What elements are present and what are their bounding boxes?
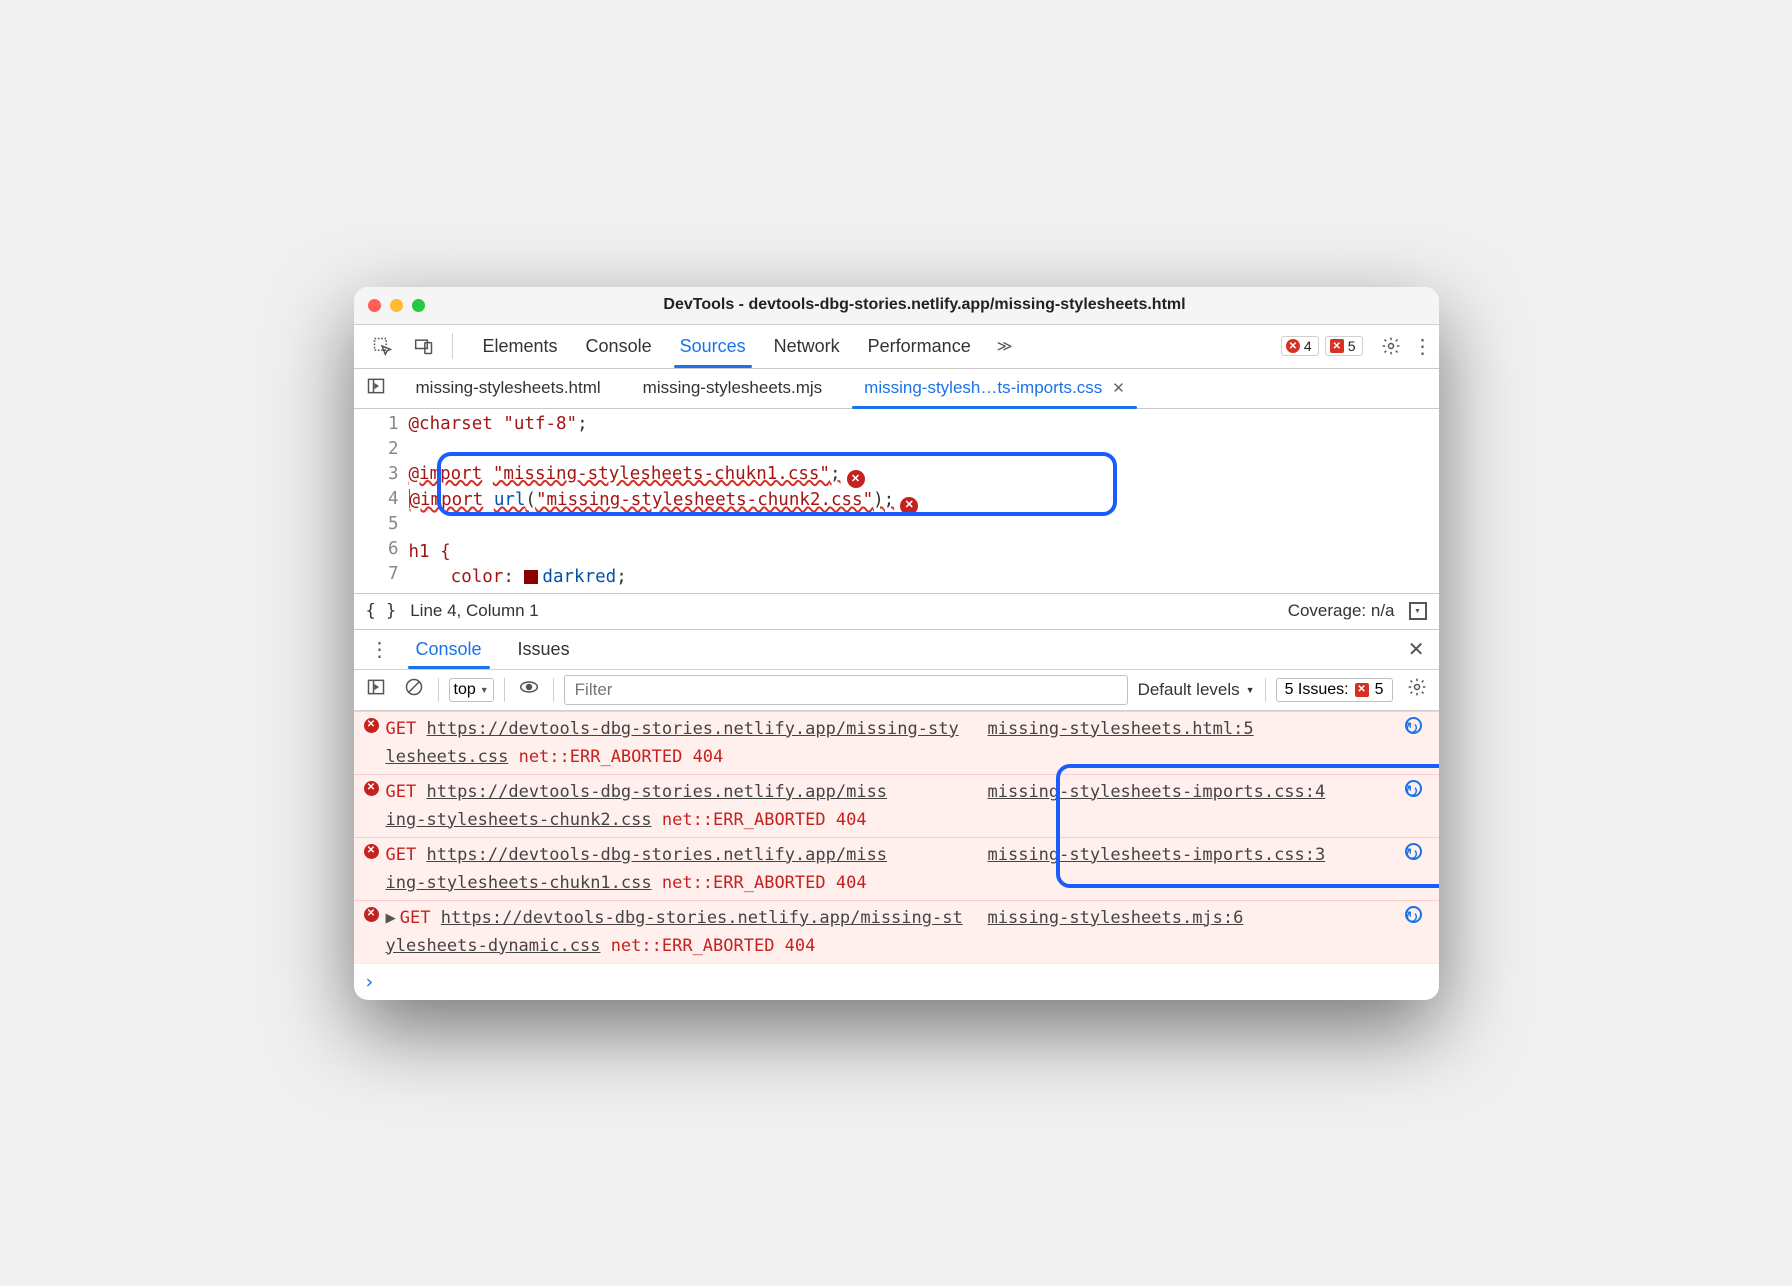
refresh-icon[interactable] xyxy=(1405,717,1422,734)
titlebar: DevTools - devtools-dbg-stories.netlify.… xyxy=(354,287,1439,325)
drawer-tab-issues[interactable]: Issues xyxy=(500,630,588,669)
console-message: ✕ GET https://devtools-dbg-stories.netlif… xyxy=(354,837,1439,900)
error-icon: ✕ xyxy=(1286,339,1300,353)
close-drawer-icon[interactable]: ✕ xyxy=(1402,637,1431,662)
window-title: DevTools - devtools-dbg-stories.netlify.… xyxy=(425,296,1425,314)
network-error: net::ERR_ABORTED 404 xyxy=(662,873,867,893)
network-error: net::ERR_ABORTED 404 xyxy=(611,936,816,956)
source-link[interactable]: missing-stylesheets.html:5 xyxy=(988,719,1254,739)
url-link[interactable]: ing-stylesheets-chunk2.css xyxy=(386,810,652,830)
coverage-label: Coverage: n/a xyxy=(1288,601,1395,621)
console-filter-bar: top▼ Default levels▼ 5 Issues: ✕ 5 xyxy=(354,669,1439,711)
http-method: GET xyxy=(386,845,417,865)
http-method: GET xyxy=(400,908,431,928)
filter-input[interactable] xyxy=(564,675,1128,705)
tab-elements[interactable]: Elements xyxy=(469,325,572,368)
file-tab-0[interactable]: missing-stylesheets.html xyxy=(396,369,621,408)
code-area[interactable]: @charset "utf-8"; @import "missing-style… xyxy=(409,409,1439,593)
issues-count-badge[interactable]: ✕ 5 xyxy=(1325,336,1363,356)
refresh-icon[interactable] xyxy=(1405,780,1422,797)
url-link[interactable]: lesheets.css xyxy=(386,747,509,767)
expand-arrow-icon[interactable]: ▶ xyxy=(386,908,396,928)
devtools-window: DevTools - devtools-dbg-stories.netlify.… xyxy=(354,287,1439,1000)
network-error: net::ERR_ABORTED 404 xyxy=(519,747,724,767)
issues-count: 5 xyxy=(1348,338,1356,354)
url-link[interactable]: https://devtools-dbg-stories.netlify.app… xyxy=(426,845,887,865)
console-message: ✕ ▶GET https://devtools-dbg-stories.netli… xyxy=(354,900,1439,963)
source-editor[interactable]: 12 34 56 7 @charset "utf-8"; @import "mi… xyxy=(354,409,1439,593)
url-link[interactable]: https://devtools-dbg-stories.netlify.app… xyxy=(426,719,958,739)
maximize-window-button[interactable] xyxy=(412,299,425,312)
clear-console-icon[interactable] xyxy=(400,677,428,702)
more-tabs-icon[interactable]: ≫ xyxy=(985,325,1019,368)
panel-tabs: Elements Console Sources Network Perform… xyxy=(469,325,1279,368)
pretty-print-icon[interactable]: { } xyxy=(366,601,397,621)
inspect-element-icon[interactable] xyxy=(362,324,402,368)
file-tabs: missing-stylesheets.html missing-stylesh… xyxy=(354,369,1439,409)
http-method: GET xyxy=(386,782,417,802)
tab-console[interactable]: Console xyxy=(572,325,666,368)
show-sidebar-icon[interactable] xyxy=(362,677,390,702)
console-prompt[interactable]: › xyxy=(354,963,1439,1000)
drawer-menu-icon[interactable]: ⋮ xyxy=(362,637,398,662)
live-expression-icon[interactable] xyxy=(515,677,543,702)
error-icon: ✕ xyxy=(364,781,379,796)
settings-icon[interactable] xyxy=(1371,324,1411,368)
tab-performance[interactable]: Performance xyxy=(854,325,985,368)
url-link[interactable]: ing-stylesheets-chukn1.css xyxy=(386,873,652,893)
file-tab-1[interactable]: missing-stylesheets.mjs xyxy=(623,369,843,408)
refresh-icon[interactable] xyxy=(1405,843,1422,860)
console-output: ✕ GET https://devtools-dbg-stories.netlif… xyxy=(354,711,1439,1000)
tab-network[interactable]: Network xyxy=(760,325,854,368)
url-link[interactable]: https://devtools-dbg-stories.netlify.app… xyxy=(441,908,963,928)
drawer-tab-console[interactable]: Console xyxy=(398,630,500,669)
close-tab-icon[interactable]: ✕ xyxy=(1112,379,1125,397)
log-levels-selector[interactable]: Default levels▼ xyxy=(1138,680,1255,700)
network-error: net::ERR_ABORTED 404 xyxy=(662,810,867,830)
collapse-icon[interactable]: ▼ xyxy=(1409,602,1427,620)
console-settings-icon[interactable] xyxy=(1403,677,1431,702)
context-selector[interactable]: top▼ xyxy=(449,678,494,702)
url-link[interactable]: ylesheets-dynamic.css xyxy=(386,936,601,956)
tab-sources[interactable]: Sources xyxy=(666,325,760,368)
line-gutter: 12 34 56 7 xyxy=(354,409,409,593)
console-message: ✕ GET https://devtools-dbg-stories.netlif… xyxy=(354,774,1439,837)
issues-button[interactable]: 5 Issues: ✕ 5 xyxy=(1276,678,1393,702)
refresh-icon[interactable] xyxy=(1405,906,1422,923)
file-tab-2[interactable]: missing-stylesh…ts-imports.css ✕ xyxy=(844,369,1145,408)
issue-icon: ✕ xyxy=(1330,339,1344,353)
source-link[interactable]: missing-stylesheets-imports.css:3 xyxy=(988,845,1326,865)
main-toolbar: Elements Console Sources Network Perform… xyxy=(354,325,1439,369)
error-icon[interactable]: ✕ xyxy=(900,497,918,515)
drawer-tabs: ⋮ Console Issues ✕ xyxy=(354,629,1439,669)
error-icon: ✕ xyxy=(364,907,379,922)
url-link[interactable]: https://devtools-dbg-stories.netlify.app… xyxy=(426,782,887,802)
source-link[interactable]: missing-stylesheets-imports.css:4 xyxy=(988,782,1326,802)
cursor-position: Line 4, Column 1 xyxy=(410,601,539,621)
close-window-button[interactable] xyxy=(368,299,381,312)
minimize-window-button[interactable] xyxy=(390,299,403,312)
editor-statusbar: { } Line 4, Column 1 Coverage: n/a ▼ xyxy=(354,593,1439,629)
issue-icon: ✕ xyxy=(1355,683,1369,697)
show-navigator-icon[interactable] xyxy=(358,376,394,401)
traffic-lights xyxy=(368,299,425,312)
http-method: GET xyxy=(386,719,417,739)
error-icon: ✕ xyxy=(364,844,379,859)
error-count-badge[interactable]: ✕ 4 xyxy=(1281,336,1319,356)
console-message: ✕ GET https://devtools-dbg-stories.netlif… xyxy=(354,711,1439,774)
more-menu-icon[interactable]: ⋮ xyxy=(1413,334,1431,359)
error-icon: ✕ xyxy=(364,718,379,733)
error-count: 4 xyxy=(1304,338,1312,354)
error-icon[interactable]: ✕ xyxy=(847,470,865,488)
source-link[interactable]: missing-stylesheets.mjs:6 xyxy=(988,908,1244,928)
device-toolbar-icon[interactable] xyxy=(404,324,444,368)
